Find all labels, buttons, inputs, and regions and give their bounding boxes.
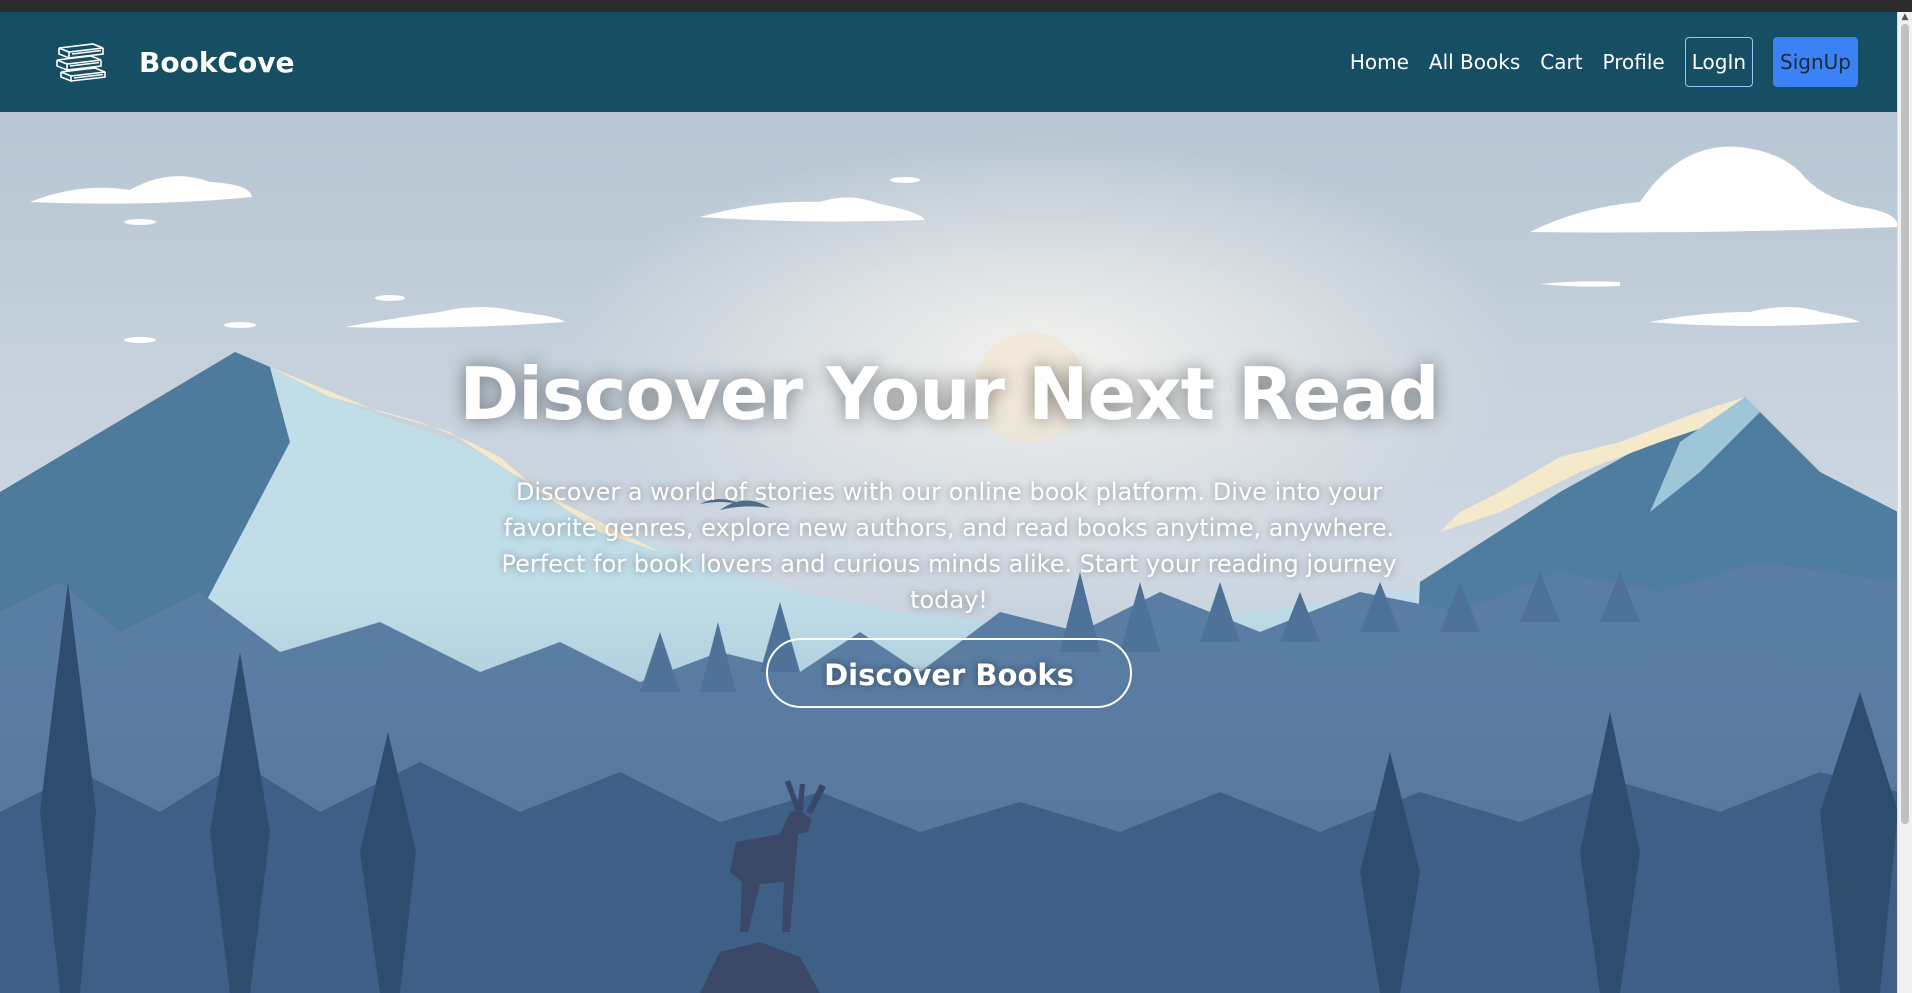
hero-section: Discover Your Next Read Discover a world… — [0, 112, 1898, 993]
main-nav: Home All Books Cart Profile LogIn SignUp — [1330, 36, 1858, 88]
nav-home[interactable]: Home — [1350, 50, 1409, 74]
hero-content: Discover Your Next Read Discover a world… — [0, 352, 1898, 708]
discover-books-button[interactable]: Discover Books — [766, 638, 1132, 708]
signup-button[interactable]: SignUp — [1773, 37, 1858, 87]
scrollbar-thumb[interactable] — [1901, 24, 1909, 824]
nav-cart[interactable]: Cart — [1540, 50, 1582, 74]
nav-all-books[interactable]: All Books — [1429, 50, 1520, 74]
hero-description: Discover a world of stories with our onl… — [501, 478, 1397, 614]
brand[interactable]: BookCove — [55, 36, 294, 88]
page-scrollbar[interactable]: ▲ — [1897, 12, 1912, 993]
browser-top-strip — [0, 0, 1912, 12]
brand-name: BookCove — [139, 45, 295, 79]
nav-profile[interactable]: Profile — [1603, 50, 1665, 74]
hero-title: Discover Your Next Read — [459, 352, 1439, 436]
books-stack-icon — [55, 38, 107, 86]
scroll-up-icon[interactable]: ▲ — [1900, 12, 1910, 22]
navbar: BookCove Home All Books Cart Profile Log… — [0, 12, 1898, 112]
login-button[interactable]: LogIn — [1684, 37, 1754, 87]
